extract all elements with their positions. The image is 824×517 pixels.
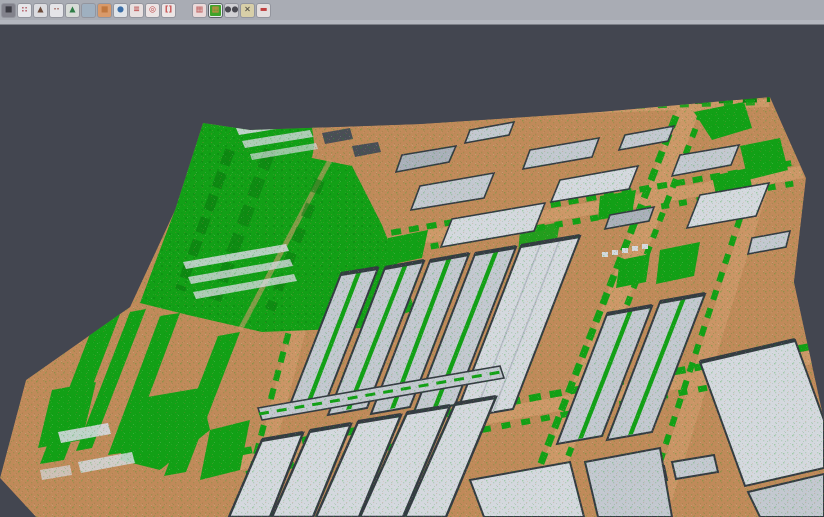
ortho-view-icon[interactable]: ■ bbox=[98, 4, 111, 17]
toolbar: ■::▲··▲■●≡◎[]▦▦●●×▬ bbox=[0, 0, 824, 20]
zoom-extent-icon[interactable]: [] bbox=[162, 4, 175, 17]
open-file-icon[interactable]: ■ bbox=[2, 4, 15, 17]
grid-select-icon[interactable]: ▦ bbox=[193, 4, 206, 17]
toolbar-bevel bbox=[0, 20, 824, 25]
point-display-icon[interactable]: ·· bbox=[50, 4, 63, 17]
flag-annotate-icon[interactable]: ▬ bbox=[257, 4, 270, 17]
classification-view-icon[interactable]: ▦ bbox=[209, 4, 222, 17]
legend-bars-icon[interactable]: ≡ bbox=[130, 4, 143, 17]
binoculars-find-icon[interactable]: ●● bbox=[225, 4, 238, 17]
tin-surface-icon[interactable]: ▲ bbox=[66, 4, 79, 17]
globe-3d-icon[interactable]: ● bbox=[114, 4, 127, 17]
target-point-icon[interactable]: ◎ bbox=[146, 4, 159, 17]
point-cloud-scene[interactable] bbox=[0, 25, 824, 517]
fit-extents-icon[interactable]: :: bbox=[18, 4, 31, 17]
measure-xy-icon[interactable]: × bbox=[241, 4, 254, 17]
profile-view-icon[interactable] bbox=[82, 4, 95, 17]
terrain-shade-icon[interactable]: ▲ bbox=[34, 4, 47, 17]
3d-viewport[interactable] bbox=[0, 25, 824, 517]
